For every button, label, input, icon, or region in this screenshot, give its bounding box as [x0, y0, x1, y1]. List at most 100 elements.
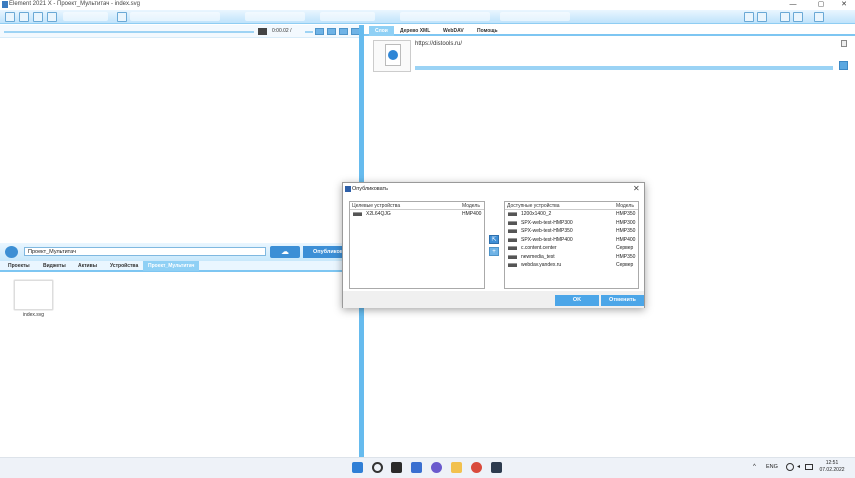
dropdown-icon[interactable]: [47, 12, 57, 22]
device-name: SPX-web-test-HMP400: [521, 236, 573, 243]
refresh-icon[interactable]: [839, 61, 848, 70]
device-name: webdav.yandex.ru: [521, 262, 562, 268]
taskbar: [0, 457, 855, 478]
text-tool-icon[interactable]: [744, 12, 754, 22]
device-model: Сервер: [616, 262, 634, 268]
tab-project[interactable]: Проект_Мультитач: [143, 261, 200, 271]
tab-projects[interactable]: Проекты: [3, 261, 35, 271]
widgets-icon[interactable]: [411, 462, 422, 473]
tab-help[interactable]: Помощь: [471, 26, 504, 36]
left-tabs: Проекты Виджеты Активы Устройства Проект…: [0, 261, 359, 272]
server-icon: [508, 246, 517, 250]
copy-icon[interactable]: [841, 40, 847, 47]
timeline-track-end: [305, 31, 313, 33]
tab-webdav[interactable]: WebDAV: [437, 26, 470, 36]
device-name: newmedia_test: [521, 253, 555, 260]
table-row[interactable]: X2L64QJG HMP400: [350, 210, 484, 219]
sync-icon[interactable]: [5, 246, 18, 258]
add-device-button[interactable]: ⇱: [489, 235, 499, 244]
stop-icon[interactable]: [339, 28, 348, 35]
document-thumbnail[interactable]: [373, 40, 411, 72]
search-icon[interactable]: [372, 462, 383, 473]
publish-dialog: Опубликовать ✕ Целевые устройства Модель…: [342, 182, 645, 308]
table-row[interactable]: newmedia_test HMP350: [505, 253, 638, 262]
file-name: index.svg: [22, 312, 45, 318]
play-icon[interactable]: [327, 28, 336, 35]
project-name-input[interactable]: Проект_Мультитач: [24, 247, 266, 256]
device-model: HMP400: [616, 236, 636, 243]
toolbar-group: [500, 12, 570, 21]
dropdown-icon[interactable]: [19, 12, 29, 22]
url-progress-bar: [415, 66, 833, 70]
maximize-button[interactable]: ▢: [810, 0, 832, 10]
column-header-target: Целевые устройства: [352, 203, 401, 209]
tab-devices[interactable]: Устройства: [105, 261, 143, 271]
device-name: SPX-web-test-HMP350: [521, 228, 573, 234]
volume-icon[interactable]: ◂: [797, 463, 800, 470]
dialog-icon: [345, 186, 351, 192]
target-list-header: Целевые устройства Модель: [350, 202, 484, 210]
start-icon[interactable]: [352, 462, 363, 473]
folder-icon[interactable]: [451, 462, 462, 473]
close-button[interactable]: ✕: [833, 0, 855, 10]
chat-icon[interactable]: [431, 462, 442, 473]
main-toolbar: [0, 10, 855, 24]
table-row[interactable]: SPX-web-test-HMP400 HMP400: [505, 236, 638, 245]
toolbar-group: [400, 12, 490, 21]
app-icon: [2, 1, 8, 8]
wifi-icon[interactable]: [786, 463, 794, 471]
table-row[interactable]: 1200x1400_2 HMP350: [505, 210, 638, 219]
available-list-header: Доступные устройства Модель: [505, 202, 638, 210]
tab-layers[interactable]: Слои: [369, 26, 394, 36]
document-url: https://distools.ru/: [415, 41, 463, 47]
playback-time: 0:00.02 /: [272, 28, 292, 34]
device-icon: [508, 254, 517, 259]
table-row[interactable]: webdav.yandex.ru Сервер: [505, 261, 638, 270]
device-model: HMP300: [616, 219, 636, 226]
undo-icon[interactable]: [117, 12, 127, 22]
toolbar-group: [245, 12, 305, 21]
chrome-icon[interactable]: [471, 462, 482, 473]
prev-icon[interactable]: [315, 28, 324, 35]
clock-date: 07.02.2022: [819, 467, 845, 473]
close-icon[interactable]: ✕: [633, 184, 640, 193]
device-icon: [508, 212, 517, 216]
new-document-icon[interactable]: [5, 12, 15, 22]
tab-xml-tree[interactable]: Дерево XML: [394, 26, 436, 36]
chevron-up-icon[interactable]: ^: [753, 464, 756, 470]
timeline-track[interactable]: [4, 31, 254, 33]
table-row[interactable]: SPX-web-test-HMP350 HMP350: [505, 227, 638, 236]
remove-device-button[interactable]: +: [489, 247, 499, 256]
title-bar: Element 2021 X - Проект_Мультитач - inde…: [0, 0, 855, 10]
tab-assets[interactable]: Активы: [73, 261, 102, 271]
open-file-icon[interactable]: [33, 12, 43, 22]
element-app-icon[interactable]: [491, 462, 502, 473]
column-header-model: Модель: [616, 203, 634, 209]
cancel-button[interactable]: Отменить: [601, 295, 644, 306]
column-header-model: Модель: [462, 203, 480, 209]
tab-widgets[interactable]: Виджеты: [38, 261, 71, 271]
ok-button[interactable]: OK: [555, 295, 599, 306]
table-row[interactable]: SPX-web-test-HMP300 HMP300: [505, 219, 638, 228]
cloud-upload-icon[interactable]: ☁: [270, 246, 300, 258]
upload-icon[interactable]: [780, 12, 790, 22]
table-row[interactable]: c.content.center Сервер: [505, 244, 638, 253]
clock[interactable]: 12:51 07.02.2022: [815, 460, 849, 474]
device-icon: [353, 212, 362, 216]
language-indicator[interactable]: ENG: [766, 464, 778, 470]
download-icon[interactable]: [793, 12, 803, 22]
available-devices-list[interactable]: Доступные устройства Модель 1200x1400_2 H…: [504, 201, 639, 289]
column-header-available: Доступные устройства: [507, 203, 560, 209]
minimize-button[interactable]: —: [782, 0, 804, 10]
film-icon: [258, 28, 267, 35]
battery-icon[interactable]: [805, 464, 813, 470]
task-view-icon[interactable]: [391, 462, 402, 473]
settings-icon[interactable]: [814, 12, 824, 22]
device-icon: [508, 220, 517, 225]
toolbar-group: [130, 12, 220, 21]
target-devices-list[interactable]: Целевые устройства Модель X2L64QJG HMP40…: [349, 201, 485, 289]
file-thumbnail[interactable]: [14, 280, 53, 310]
server-icon: [508, 263, 517, 267]
device-icon: [508, 237, 517, 242]
table-icon[interactable]: [757, 12, 767, 22]
